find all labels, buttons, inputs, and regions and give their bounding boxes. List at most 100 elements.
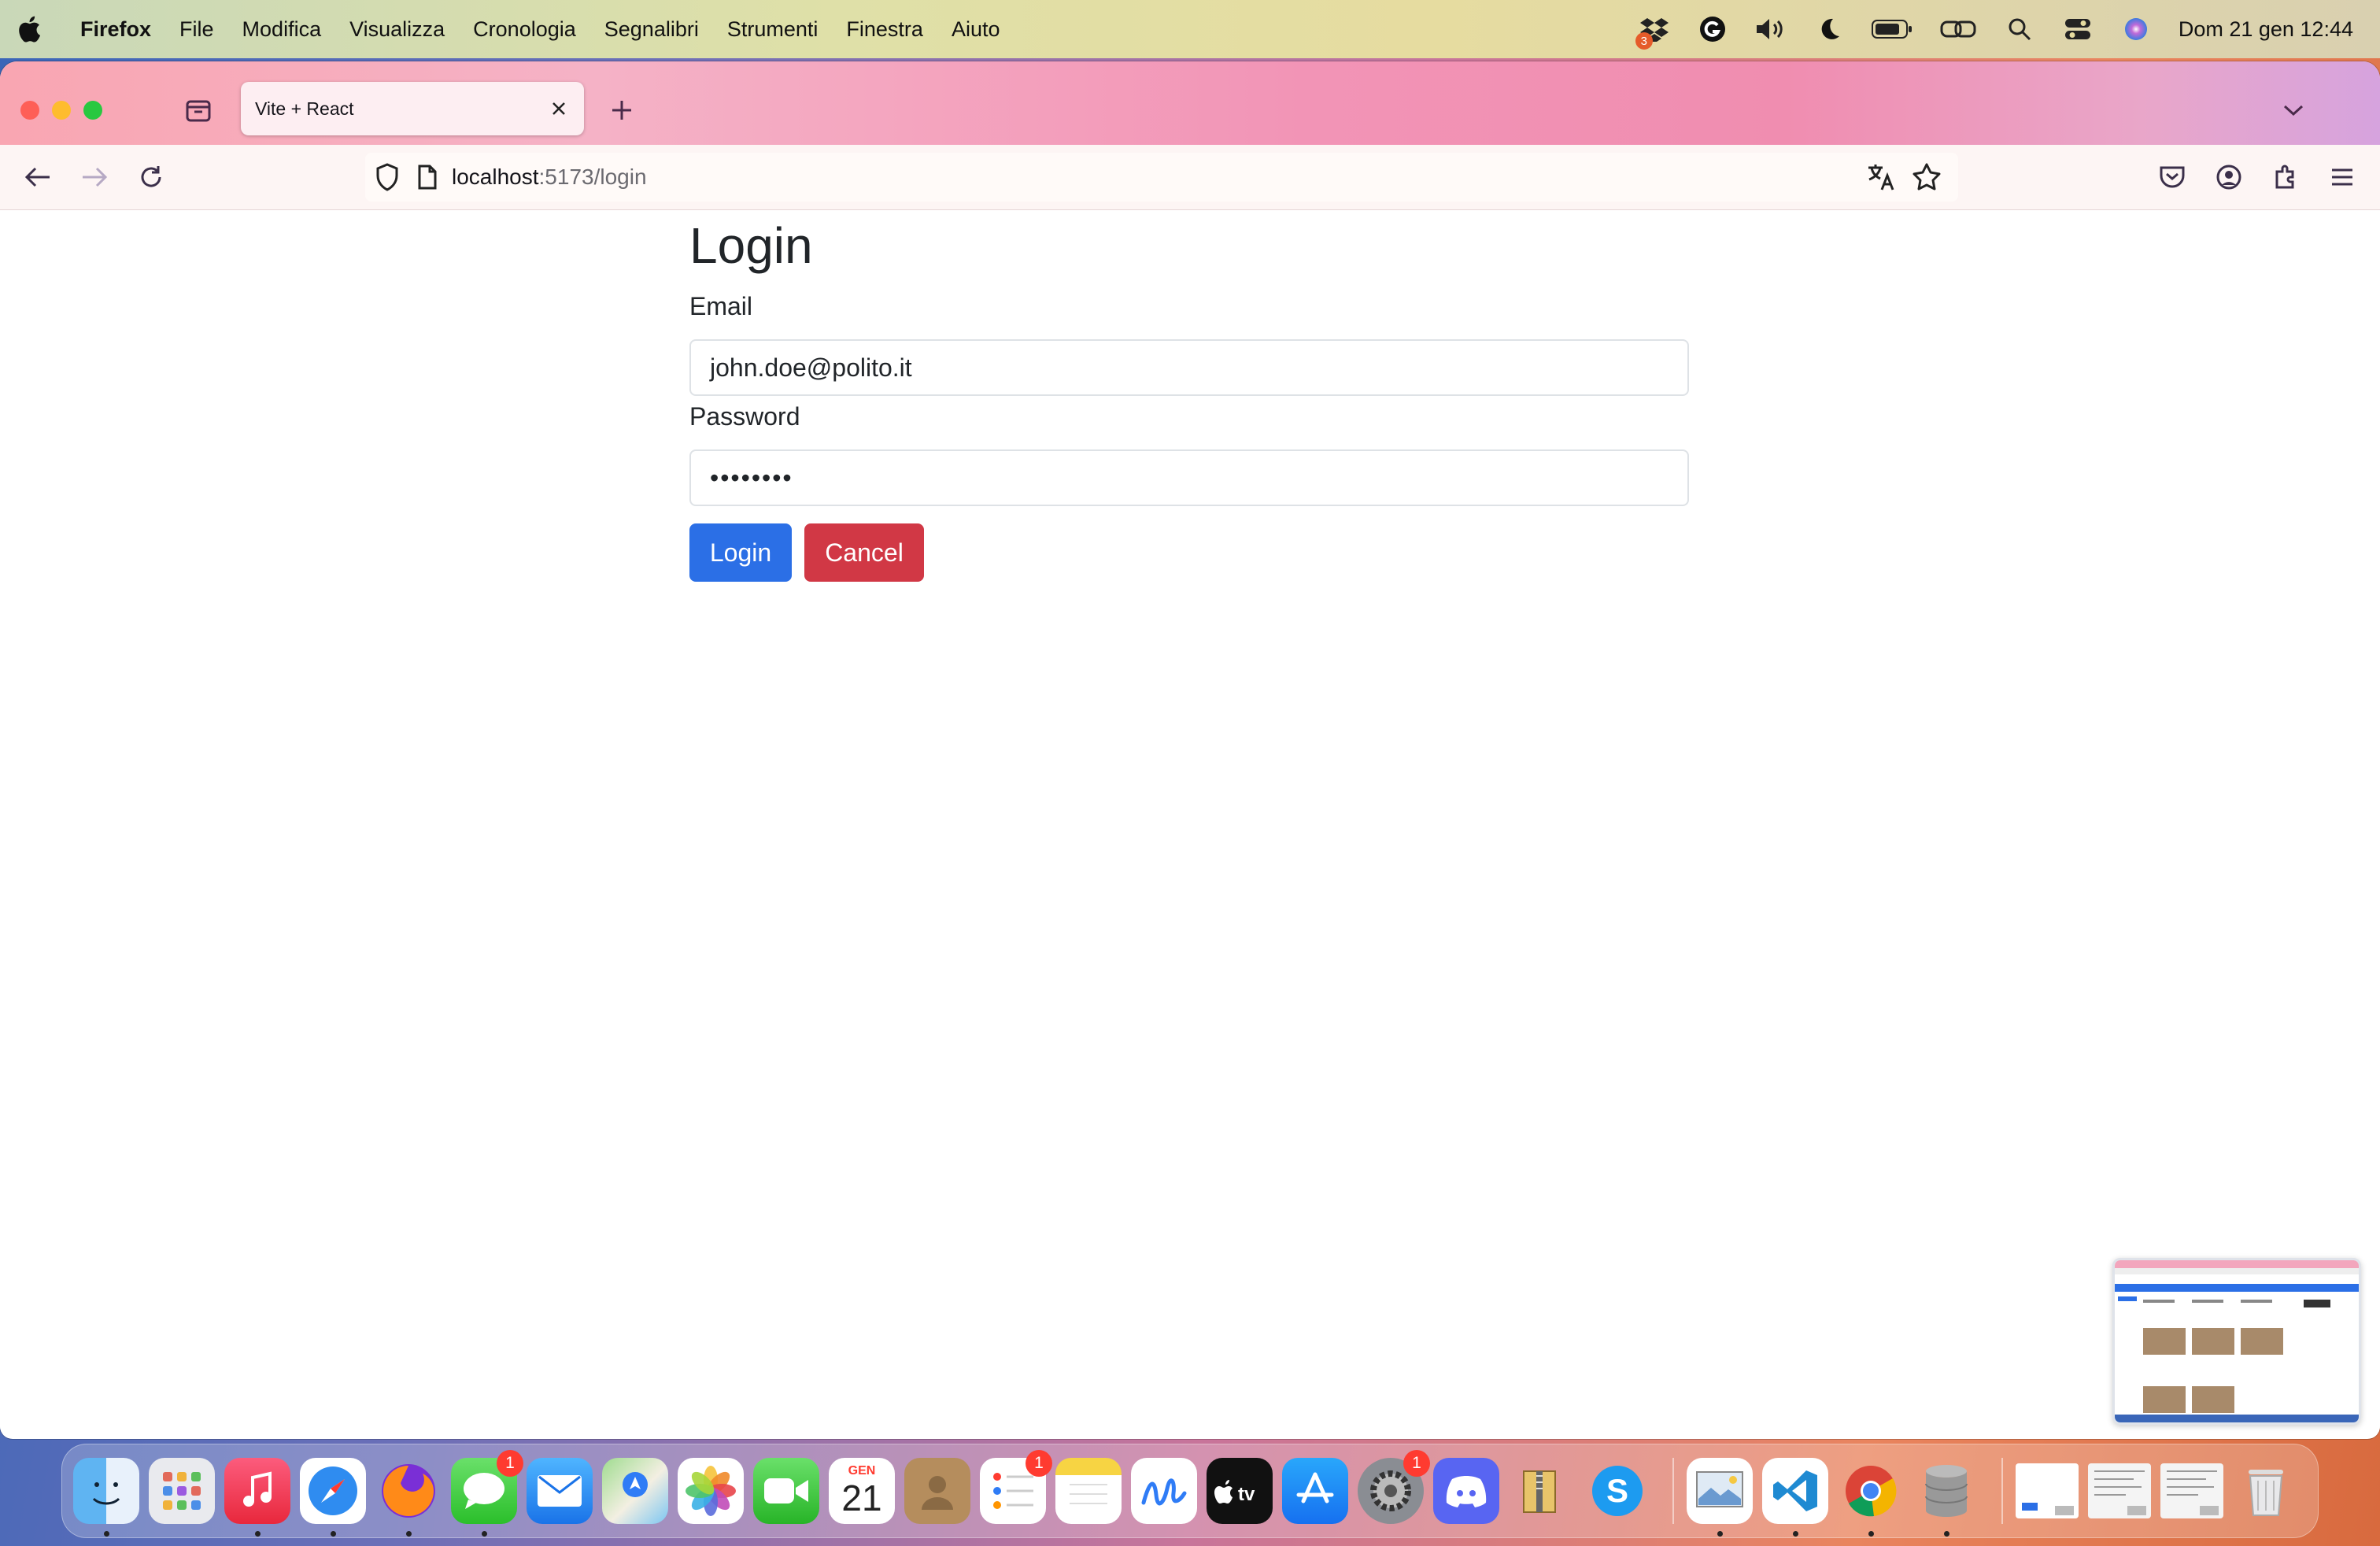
svg-text:tv: tv [1238,1484,1255,1505]
dropbox-icon[interactable]: 3 [1635,13,1670,50]
minimize-window-button[interactable] [52,101,71,120]
url-bar[interactable]: localhost:5173/login [365,153,1958,202]
freeform-icon[interactable] [1131,1458,1197,1524]
mail-icon[interactable] [527,1458,593,1524]
spotlight-search-icon[interactable] [2004,13,2035,45]
menu-finestra[interactable]: Finestra [846,17,923,42]
minimized-window-thumbnail[interactable] [2160,1463,2223,1518]
menu-bar: Firefox File Modifica Visualizza Cronolo… [0,0,2380,58]
app-menu-firefox[interactable]: Firefox [80,17,151,42]
control-center-icon[interactable] [2062,13,2094,45]
password-label: Password [689,402,800,431]
trash-icon[interactable] [2233,1458,2299,1524]
extensions-puzzle-icon[interactable] [2270,161,2301,193]
chrome-icon[interactable] [1838,1458,1904,1537]
email-value: john.doe@polito.it [710,353,912,382]
dock: 1 GEN 21 1 tv 1 S [61,1444,2319,1538]
login-button[interactable]: Login [689,523,792,582]
contacts-icon[interactable] [904,1458,970,1524]
photos-icon[interactable] [678,1458,744,1524]
settings-badge: 1 [1403,1450,1430,1477]
bookmark-star-icon[interactable] [1911,161,1942,193]
screenshot-thumbnail-image [2115,1260,2359,1422]
reminders-icon[interactable]: 1 [980,1450,1052,1524]
calendar-month: GEN [848,1464,876,1478]
minimized-window-thumbnail[interactable] [2088,1463,2151,1518]
new-tab-plus-icon[interactable] [606,94,638,126]
browser-window: Vite + React localhost:5173/login Login … [0,61,2380,1439]
preview-icon[interactable] [1687,1458,1753,1537]
running-indicator [482,1531,487,1537]
database-icon[interactable] [1913,1458,1979,1537]
account-icon[interactable] [2213,161,2245,193]
apple-menu-icon[interactable] [17,16,65,43]
pocket-icon[interactable] [2156,161,2188,193]
reminders-badge: 1 [1026,1450,1052,1477]
system-settings-icon[interactable]: 1 [1358,1450,1430,1524]
hamburger-menu-icon[interactable] [2326,161,2358,193]
skype-icon[interactable]: S [1584,1458,1650,1524]
tab-close-icon[interactable] [543,93,575,124]
email-label: Email [689,292,753,320]
page-content: Login Email john.doe@polito.it Password … [0,210,2380,1438]
password-field[interactable]: •••••••• [689,449,1689,506]
firefox-view-icon[interactable] [183,94,214,126]
running-indicator [255,1531,261,1537]
dropbox-badge: 3 [1635,32,1653,50]
cancel-button[interactable]: Cancel [804,523,924,582]
screen-mirroring-icon[interactable] [1939,13,1977,45]
finder-icon[interactable] [73,1458,139,1537]
menu-aiuto[interactable]: Aiuto [952,17,1000,42]
launchpad-icon[interactable] [149,1458,215,1524]
tab-vite-react[interactable]: Vite + React [241,82,584,135]
minimized-window-thumbnail[interactable] [2016,1463,2079,1518]
menu-file[interactable]: File [179,17,214,42]
battery-icon[interactable] [1871,13,1913,45]
menubar-clock[interactable]: Dom 21 gen 12:44 [2179,17,2353,42]
firefox-icon[interactable] [375,1458,442,1537]
navigation-toolbar: localhost:5173/login [0,145,2380,210]
facetime-icon[interactable] [753,1458,819,1524]
page-info-icon[interactable] [417,165,438,190]
email-field[interactable]: john.doe@polito.it [689,339,1689,396]
menu-cronologia[interactable]: Cronologia [473,17,576,42]
url-text[interactable]: localhost:5173/login [452,165,647,190]
vscode-icon[interactable] [1762,1458,1828,1537]
running-indicator [1717,1531,1723,1537]
app-store-icon[interactable] [1282,1458,1348,1524]
menu-strumenti[interactable]: Strumenti [727,17,819,42]
zoom-window-button[interactable] [83,101,102,120]
page-title: Login [689,217,813,274]
screenshot-thumbnail[interactable] [2112,1258,2361,1425]
archive-utility-icon[interactable] [1509,1458,1575,1524]
running-indicator [1793,1531,1798,1537]
menu-visualizza[interactable]: Visualizza [349,17,445,42]
volume-icon[interactable] [1755,13,1787,45]
running-indicator [104,1531,109,1537]
tracking-protection-shield-icon[interactable] [375,163,400,191]
maps-icon[interactable] [602,1458,668,1524]
menu-modifica[interactable]: Modifica [242,17,322,42]
menu-segnalibri[interactable]: Segnalibri [604,17,699,42]
notes-icon[interactable] [1055,1458,1122,1524]
url-path: :5173/login [538,165,647,189]
grammarly-icon[interactable] [1697,13,1728,45]
discord-icon[interactable] [1433,1458,1499,1524]
close-window-button[interactable] [20,101,39,120]
running-indicator [1944,1531,1949,1537]
siri-icon[interactable] [2120,13,2152,45]
url-host: localhost [452,165,539,189]
music-icon[interactable] [224,1458,290,1537]
apple-tv-icon[interactable]: tv [1207,1458,1273,1524]
focus-moon-icon[interactable] [1813,13,1845,45]
translate-icon[interactable] [1865,161,1897,193]
calendar-icon[interactable]: GEN 21 [829,1458,895,1524]
calendar-day: 21 [841,1478,882,1518]
reload-icon[interactable] [135,161,167,193]
messages-icon[interactable]: 1 [451,1450,523,1537]
safari-icon[interactable] [300,1458,366,1537]
list-all-tabs-chevron-icon[interactable] [2278,94,2309,126]
forward-arrow-icon[interactable] [79,161,110,193]
back-arrow-icon[interactable] [22,161,54,193]
window-controls [20,101,102,120]
